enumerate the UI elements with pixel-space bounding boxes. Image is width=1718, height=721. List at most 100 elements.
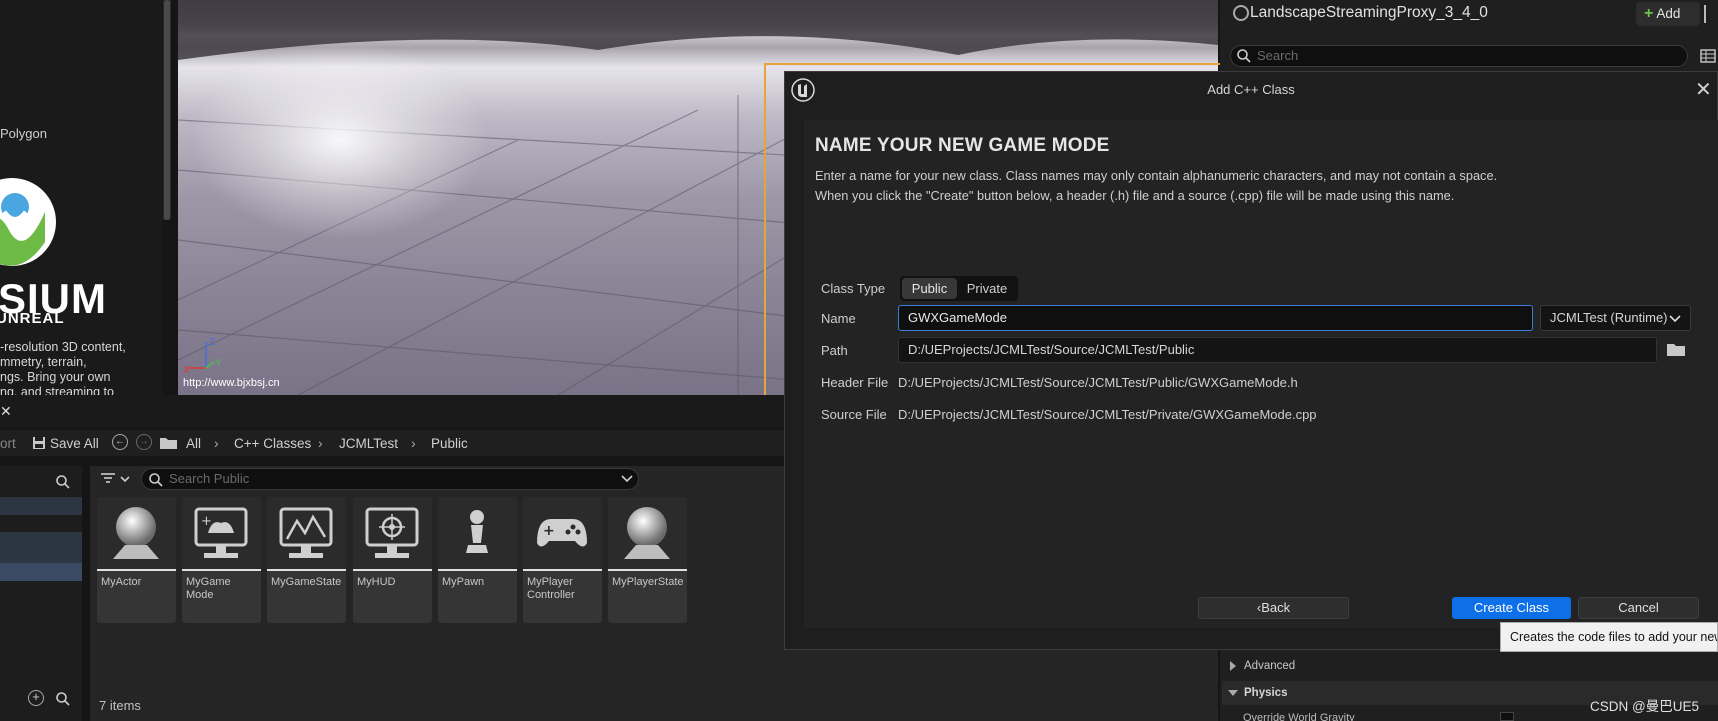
gamestate-icon	[279, 507, 333, 558]
breadcrumb-jcmltest[interactable]: JCMLTest	[339, 436, 398, 451]
dialog-description-line-1: Enter a name for your new class. Class n…	[815, 168, 1498, 183]
section-label: Physics	[1244, 687, 1288, 699]
svg-text:+: +	[543, 523, 555, 539]
header-file-value: D:/UEProjects/JCMLTest/Source/JCMLTest/P…	[898, 375, 1298, 390]
path-label: Path	[821, 343, 848, 358]
controller-icon: +	[537, 519, 587, 547]
module-select-value: JCMLTest (Runtime)	[1550, 310, 1668, 325]
cesium-description-line: -resolution 3D content,	[0, 340, 126, 354]
asset-tile-myplayercontroller[interactable]: + MyPlayer Controller	[523, 497, 602, 623]
override-gravity-checkbox[interactable]	[1500, 712, 1514, 721]
create-class-tooltip: Creates the code files to add your new	[1500, 622, 1718, 652]
dialog-heading: NAME YOUR NEW GAME MODE	[815, 135, 1110, 156]
folder-icon[interactable]	[160, 436, 177, 449]
hud-icon	[365, 507, 419, 558]
create-class-button[interactable]: Create Class	[1452, 597, 1571, 619]
asset-tile-myhud[interactable]: MyHUD	[353, 497, 432, 623]
actor-icon	[1233, 5, 1249, 21]
items-count: 7 items	[99, 698, 141, 713]
axis-gizmo-icon: Z X Y	[183, 337, 222, 376]
expand-arrow-icon[interactable]	[1230, 661, 1236, 671]
watermark-text: CSDN @曼巴UE5	[1590, 699, 1699, 714]
axis-y-label: Y	[215, 358, 222, 369]
search-icon	[149, 473, 163, 487]
pawn-icon	[466, 510, 488, 553]
breadcrumb-chevron-icon: ›	[318, 435, 323, 451]
cesium-logo-icon	[0, 178, 56, 266]
add-component-button[interactable]: + Add	[1636, 2, 1700, 26]
source-tree-row-selected[interactable]	[0, 563, 82, 581]
class-type-label: Class Type	[821, 281, 886, 296]
cesium-description-line: ngs. Bring your own	[0, 370, 111, 384]
asset-label: MyPlayerState	[612, 576, 684, 588]
section-label: Advanced	[1244, 660, 1296, 672]
import-button[interactable]: ort	[0, 436, 16, 451]
source-tree-row[interactable]	[0, 497, 82, 515]
add-circle-icon[interactable]: +	[28, 690, 44, 706]
search-icon	[1237, 49, 1251, 63]
plus-icon: +	[1644, 5, 1654, 22]
breadcrumb-cpp-classes[interactable]: C++ Classes	[234, 436, 311, 451]
forward-history-icon[interactable]: →	[136, 434, 152, 450]
back-button-label: Back	[1261, 600, 1291, 615]
asset-tile-mygamestate[interactable]: MyGameState	[267, 497, 346, 623]
filter-icon[interactable]	[100, 472, 132, 486]
save-all-button[interactable]: Save All	[50, 436, 99, 451]
asset-search-input[interactable]: Search Public	[141, 468, 639, 490]
asset-label: MyHUD	[357, 576, 396, 588]
cesium-unreal-text: UNREAL	[0, 310, 65, 327]
asset-label: MyActor	[101, 576, 142, 588]
left-panel-scrollbar[interactable]	[164, 0, 170, 220]
name-label: Name	[821, 311, 856, 326]
gamemode-icon: +	[194, 507, 248, 558]
header-file-label: Header File	[821, 375, 889, 390]
class-type-public-button[interactable]: Public	[902, 278, 957, 299]
svg-text:+: +	[201, 514, 212, 529]
search-icon[interactable]	[55, 691, 71, 707]
table-view-icon[interactable]	[1700, 48, 1716, 64]
source-file-label: Source File	[821, 407, 887, 422]
back-button[interactable]: ‹Back	[1198, 597, 1349, 619]
asset-tile-mygamemode[interactable]: + MyGame Mode	[182, 497, 261, 623]
axis-z-label: Z	[209, 337, 215, 348]
override-gravity-label: Override World Gravity	[1243, 712, 1355, 721]
asset-tile-myplayerstate[interactable]: MyPlayerState	[608, 497, 687, 623]
asset-tile-mypawn[interactable]: MyPawn	[438, 497, 517, 623]
breadcrumb-chevron-icon: ›	[411, 435, 416, 451]
add-button-label: Add	[1656, 6, 1681, 21]
source-file-value: D:/UEProjects/JCMLTest/Source/JCMLTest/P…	[898, 407, 1317, 422]
viewport-url-text: http://www.bjxbsj.cn	[183, 377, 280, 389]
asset-label: MyGame Mode	[186, 576, 231, 601]
sphere-icon	[113, 507, 159, 559]
polygon-item-label[interactable]: Polygon	[0, 126, 47, 141]
actor-name: LandscapeStreamingProxy_3_4_0	[1250, 4, 1488, 21]
breadcrumb-public[interactable]: Public	[431, 436, 468, 451]
class-name-input[interactable]: GWXGameMode	[898, 305, 1533, 331]
axis-x-label: X	[183, 365, 190, 376]
breadcrumb-all[interactable]: All	[186, 436, 201, 451]
chevron-down-icon[interactable]	[620, 474, 634, 484]
more-options-icon[interactable]	[1704, 5, 1708, 23]
cancel-button[interactable]: Cancel	[1578, 597, 1699, 619]
dialog-title: Add C++ Class	[1207, 82, 1295, 97]
sphere-icon	[624, 507, 670, 559]
path-input[interactable]: D:/UEProjects/JCMLTest/Source/JCMLTest/P…	[898, 337, 1657, 363]
close-icon[interactable]: ✕	[1695, 77, 1712, 102]
asset-tile-myactor[interactable]: MyActor	[97, 497, 176, 623]
details-search-input[interactable]: Search	[1230, 45, 1688, 67]
back-history-icon[interactable]: ←	[112, 434, 128, 450]
cesium-description-line: mmetry, terrain,	[0, 355, 87, 369]
dialog-description-line-2: When you click the "Create" button below…	[815, 188, 1455, 203]
breadcrumb-chevron-icon: ›	[214, 435, 219, 451]
search-icon[interactable]	[55, 474, 71, 490]
module-select[interactable]: JCMLTest (Runtime)	[1540, 305, 1691, 331]
source-tree-row[interactable]	[0, 532, 82, 550]
collapse-arrow-icon[interactable]	[1228, 690, 1238, 696]
class-type-private-button[interactable]: Private	[958, 278, 1016, 299]
section-advanced[interactable]: Advanced	[1222, 654, 1718, 678]
folder-browse-icon[interactable]	[1667, 342, 1685, 356]
asset-label: MyPawn	[442, 576, 485, 588]
viewport-light-glow	[190, 40, 490, 240]
asset-label: MyPlayer Controller	[527, 576, 575, 601]
close-tab-icon[interactable]: ✕	[0, 403, 12, 420]
